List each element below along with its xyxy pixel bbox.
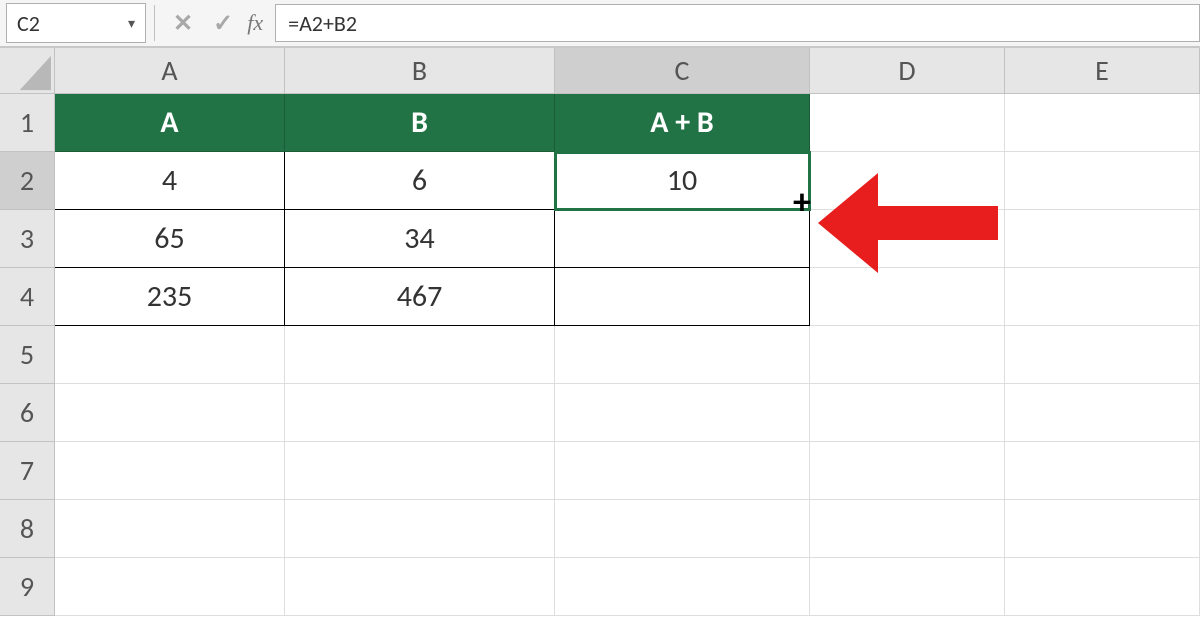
chevron-down-icon[interactable]: ▾ [128, 15, 135, 32]
separator [154, 5, 155, 41]
cell-B8[interactable] [285, 500, 555, 558]
cell-D9[interactable] [810, 558, 1005, 616]
row-header-4[interactable]: 4 [0, 268, 55, 326]
cell-C6[interactable] [555, 384, 810, 442]
row-header-7[interactable]: 7 [0, 442, 55, 500]
table-row: 235 467 [55, 268, 1200, 326]
cell-C1[interactable]: A + B [555, 94, 810, 152]
cell-D8[interactable] [810, 500, 1005, 558]
cell-A1[interactable]: A [55, 94, 285, 152]
cell-A8[interactable] [55, 500, 285, 558]
table-row [55, 326, 1200, 384]
cell-E2[interactable] [1005, 152, 1200, 210]
cell-B5[interactable] [285, 326, 555, 384]
cell-C2[interactable]: 10 + [555, 152, 810, 210]
cell-E7[interactable] [1005, 442, 1200, 500]
confirm-icon[interactable]: ✓ [203, 9, 243, 38]
cell-B9[interactable] [285, 558, 555, 616]
cell-A9[interactable] [55, 558, 285, 616]
formula-bar: C2 ▾ ✕ ✓ fx =A2+B2 [0, 0, 1200, 48]
row-header-1[interactable]: 1 [0, 94, 55, 152]
row-header-2[interactable]: 2 [0, 152, 55, 210]
cell-E6[interactable] [1005, 384, 1200, 442]
row-headers: 1 2 3 4 5 6 7 8 9 [0, 94, 55, 616]
spreadsheet-grid: A B C D E 1 2 3 4 5 6 7 8 9 A B A + B 4 … [0, 48, 1200, 628]
table-row [55, 558, 1200, 616]
cell-B3[interactable]: 34 [285, 210, 555, 268]
cell-E5[interactable] [1005, 326, 1200, 384]
row-header-8[interactable]: 8 [0, 500, 55, 558]
cell-A4[interactable]: 235 [55, 268, 285, 326]
cell-B1[interactable]: B [285, 94, 555, 152]
column-header-D[interactable]: D [810, 48, 1005, 94]
fill-handle[interactable]: + [791, 191, 813, 213]
cell-A5[interactable] [55, 326, 285, 384]
cell-B7[interactable] [285, 442, 555, 500]
cell-C5[interactable] [555, 326, 810, 384]
table-row: 65 34 [55, 210, 1200, 268]
column-header-C[interactable]: C [555, 48, 810, 94]
table-row [55, 442, 1200, 500]
cell-E3[interactable] [1005, 210, 1200, 268]
cell-C4[interactable] [555, 268, 810, 326]
cell-A2[interactable]: 4 [55, 152, 285, 210]
column-headers: A B C D E [55, 48, 1200, 94]
cell-A7[interactable] [55, 442, 285, 500]
table-row: A B A + B [55, 94, 1200, 152]
row-header-3[interactable]: 3 [0, 210, 55, 268]
table-row [55, 384, 1200, 442]
row-header-9[interactable]: 9 [0, 558, 55, 616]
cell-E8[interactable] [1005, 500, 1200, 558]
cell-D7[interactable] [810, 442, 1005, 500]
cell-D1[interactable] [810, 94, 1005, 152]
cell-B4[interactable]: 467 [285, 268, 555, 326]
row-header-5[interactable]: 5 [0, 326, 55, 384]
cell-D6[interactable] [810, 384, 1005, 442]
column-header-E[interactable]: E [1005, 48, 1200, 94]
cell-E4[interactable] [1005, 268, 1200, 326]
name-box-value: C2 [17, 10, 40, 37]
name-box[interactable]: C2 ▾ [6, 3, 146, 43]
cells-area: A B A + B 4 6 10 + 65 34 235 [55, 94, 1200, 616]
cell-C9[interactable] [555, 558, 810, 616]
cell-D5[interactable] [810, 326, 1005, 384]
cell-E9[interactable] [1005, 558, 1200, 616]
column-header-A[interactable]: A [55, 48, 285, 94]
cell-C8[interactable] [555, 500, 810, 558]
cell-E1[interactable] [1005, 94, 1200, 152]
table-row [55, 500, 1200, 558]
formula-text: =A2+B2 [288, 10, 357, 37]
row-header-6[interactable]: 6 [0, 384, 55, 442]
cell-B2[interactable]: 6 [285, 152, 555, 210]
cell-A6[interactable] [55, 384, 285, 442]
formula-input[interactable]: =A2+B2 [275, 4, 1200, 42]
cell-C7[interactable] [555, 442, 810, 500]
cancel-icon[interactable]: ✕ [163, 9, 203, 38]
fx-icon[interactable]: fx [243, 10, 275, 36]
column-header-B[interactable]: B [285, 48, 555, 94]
table-row: 4 6 10 + [55, 152, 1200, 210]
cell-A3[interactable]: 65 [55, 210, 285, 268]
cell-C3[interactable] [555, 210, 810, 268]
select-all-corner[interactable] [0, 48, 55, 94]
arrow-icon [818, 168, 1008, 283]
cell-B6[interactable] [285, 384, 555, 442]
